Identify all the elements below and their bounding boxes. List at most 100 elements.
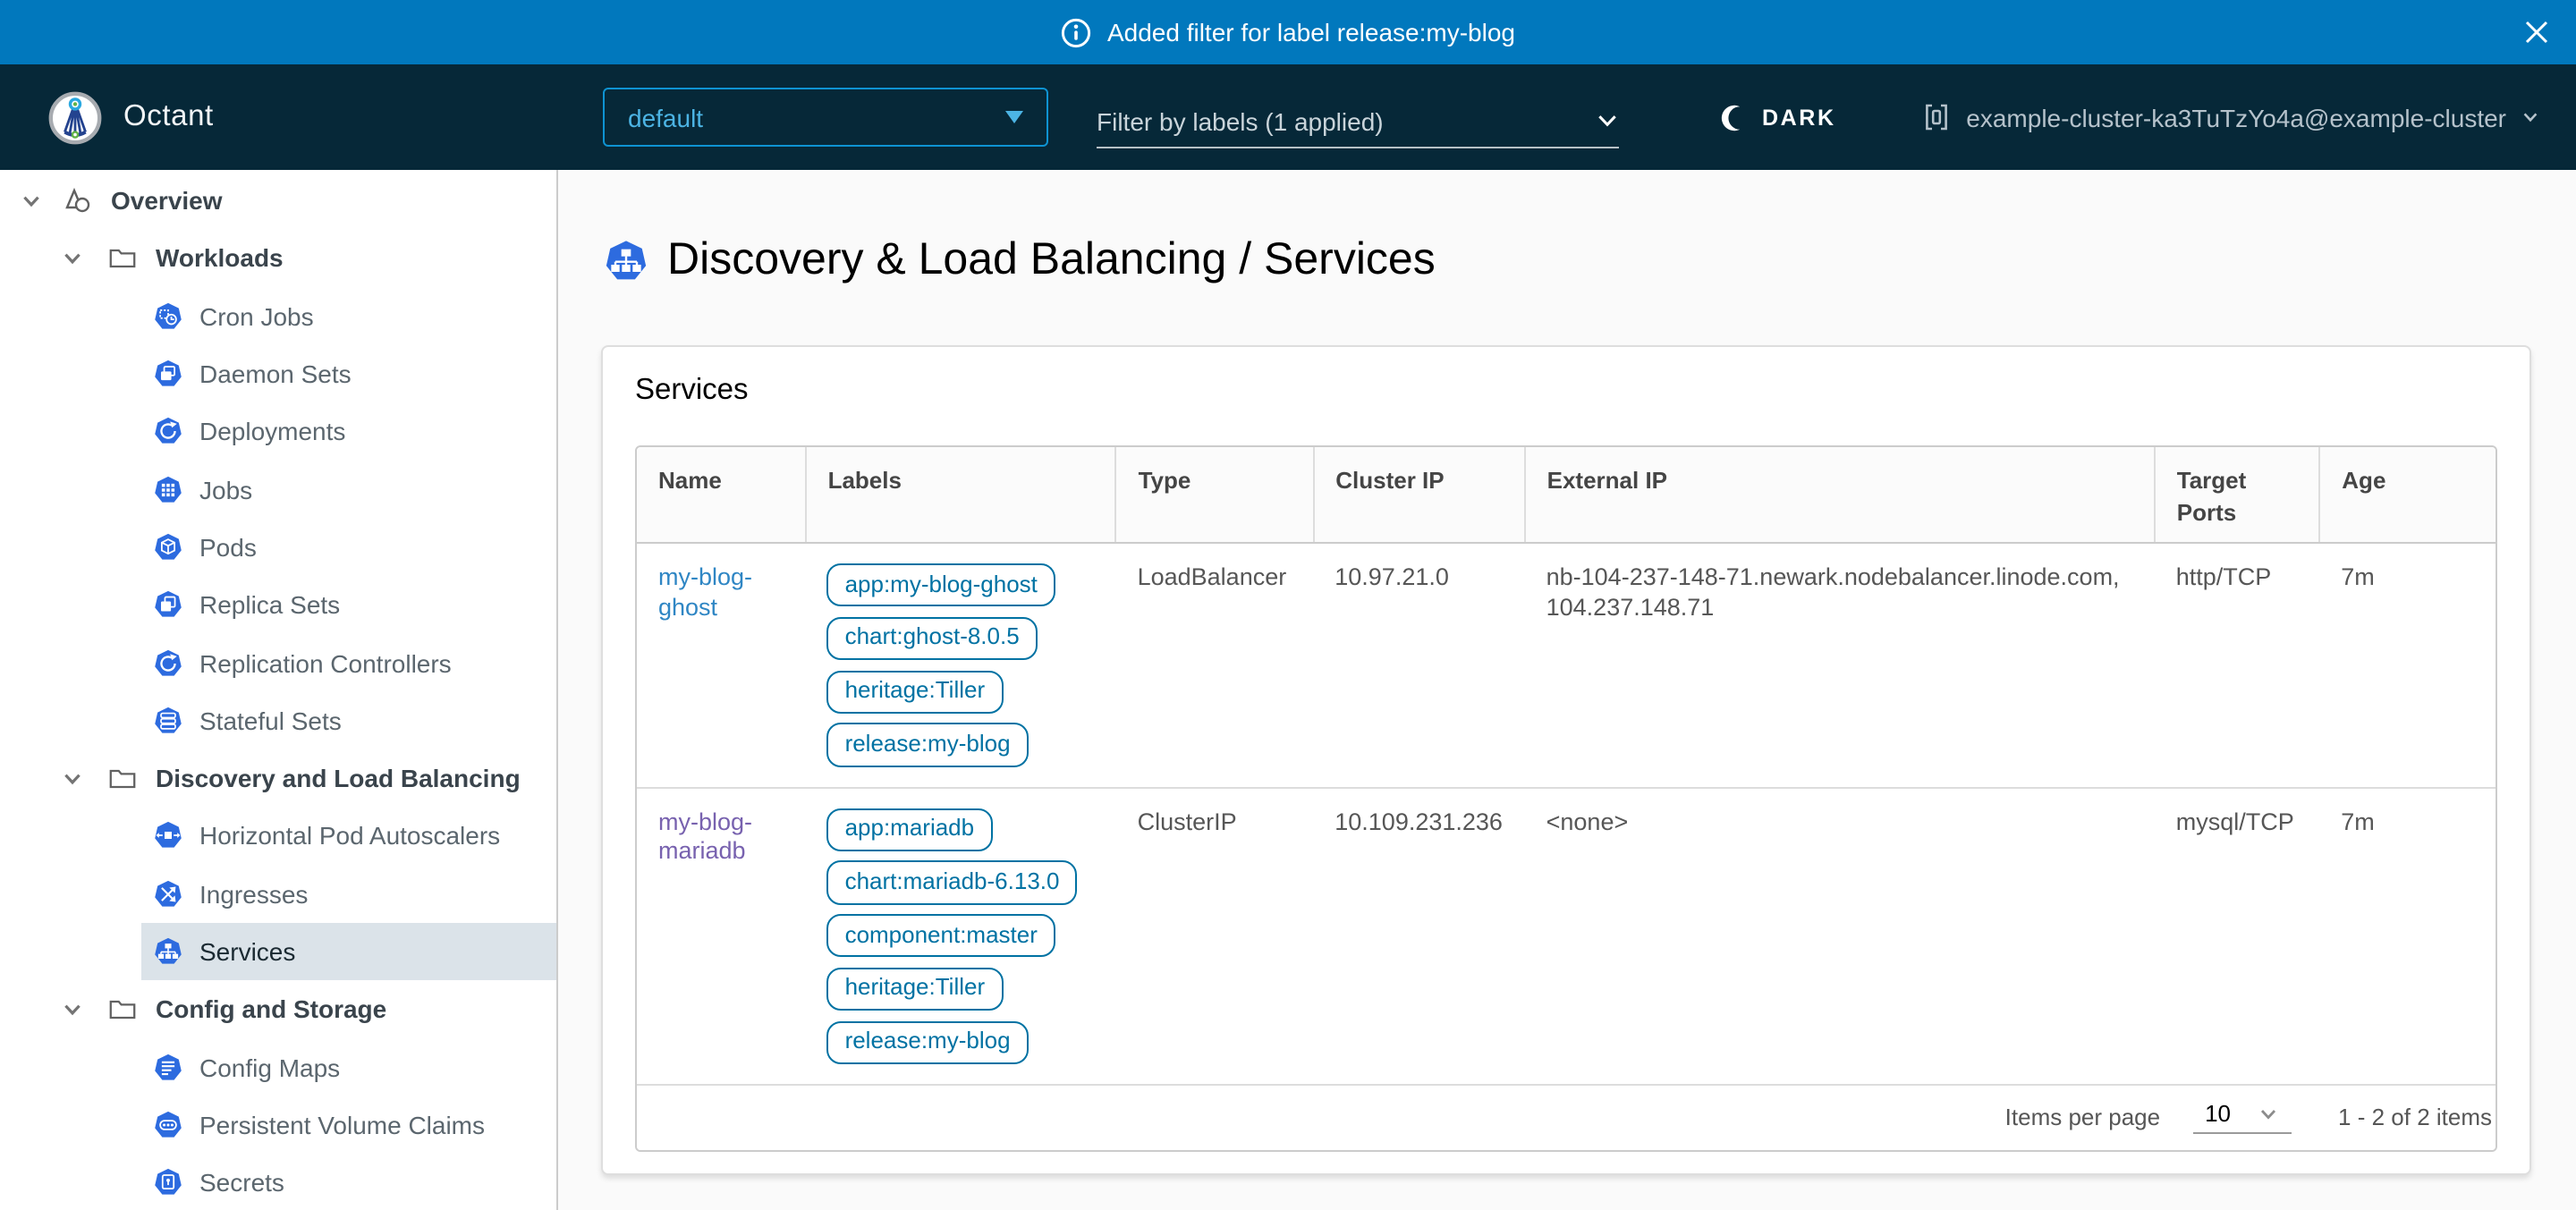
sidebar-group-config-and-storage[interactable]: Config and Storage: [0, 980, 556, 1038]
chevron-down-icon: [2521, 107, 2540, 127]
folder-icon: [107, 243, 138, 274]
chevron-down-icon: [2258, 1104, 2279, 1125]
sidebar-item-replication-controllers[interactable]: Replication Controllers: [140, 634, 556, 692]
label-badge[interactable]: app:mariadb: [827, 808, 993, 851]
sidebar-item-replica-sets[interactable]: Replica Sets: [140, 576, 556, 634]
config-maps-icon: [153, 1053, 182, 1081]
sidebar-item-persistent-volume-claims[interactable]: Persistent Volume Claims: [140, 1096, 556, 1155]
column-header-age: Age: [2319, 447, 2496, 543]
items-per-page-label: Items per page: [2005, 1104, 2160, 1131]
column-header-target-ports: Target Ports: [2155, 447, 2320, 543]
close-icon[interactable]: [2522, 18, 2551, 47]
label-badge[interactable]: release:my-blog: [827, 1020, 1029, 1064]
sidebar-group-workloads[interactable]: Workloads: [0, 230, 556, 288]
daemon-sets-icon: [153, 360, 182, 388]
type-cell: ClusterIP: [1116, 787, 1314, 1084]
pods-icon: [153, 533, 182, 562]
sidebar-item-overview[interactable]: Overview: [0, 172, 556, 230]
sidebar-item-config-maps[interactable]: Config Maps: [140, 1038, 556, 1096]
sidebar-item-jobs[interactable]: Jobs: [140, 461, 556, 519]
services-icon: [153, 937, 182, 966]
page-title: Discovery & Load Balancing / Services: [605, 234, 1436, 286]
label-badge[interactable]: heritage:Tiller: [827, 670, 1004, 714]
column-header-labels: Labels: [806, 447, 1116, 543]
cluster-name: example-cluster-ka3TuTzYo4a@example-clus…: [1966, 103, 2506, 131]
chevron-down-icon[interactable]: [61, 998, 84, 1021]
type-cell: LoadBalancer: [1116, 543, 1314, 787]
chevron-down-icon[interactable]: [61, 247, 84, 270]
services-table: Name Labels Type Cluster IP External IP …: [635, 445, 2497, 1152]
stateful-sets-icon: [153, 707, 182, 735]
cron-jobs-icon: [153, 301, 182, 330]
chevron-down-icon[interactable]: [61, 766, 84, 790]
sidebar-item-horizontal-pod-autoscalers[interactable]: Horizontal Pod Autoscalers: [140, 808, 556, 866]
folder-icon: [107, 763, 138, 793]
sidebar-item-stateful-sets[interactable]: Stateful Sets: [140, 691, 556, 749]
cluster-ip-cell: 10.97.21.0: [1313, 543, 1524, 787]
folder-icon: [107, 994, 138, 1025]
page-title-text: Discovery & Load Balancing / Services: [667, 234, 1436, 286]
column-header-name: Name: [637, 447, 806, 543]
sidebar-item-pods[interactable]: Pods: [140, 519, 556, 577]
label-badge[interactable]: release:my-blog: [827, 723, 1029, 767]
label-filter-text: Filter by labels (1 applied): [1097, 106, 1384, 135]
services-card: Services Name Labels Type Clust: [601, 345, 2531, 1175]
pagination-range-text: 1 - 2 of 2 items: [2338, 1104, 2492, 1131]
sidebar-nav: Overview Workloads Cron Jobs Daemon Sets…: [0, 170, 558, 1210]
hpa-icon: [153, 822, 182, 850]
theme-toggle-label: DARK: [1762, 105, 1836, 130]
table-row: my-blog-ghost app:my-blog-ghost chart:gh…: [637, 543, 2496, 787]
target-ports-cell: mysql/TCP: [2155, 787, 2320, 1084]
caret-down-icon: [1005, 111, 1023, 123]
sidebar-item-daemon-sets[interactable]: Daemon Sets: [140, 345, 556, 403]
age-cell: 7m: [2319, 787, 2496, 1084]
octant-logo: [48, 90, 102, 144]
column-header-cluster-ip: Cluster IP: [1313, 447, 1524, 543]
cluster-ip-cell: 10.109.231.236: [1313, 787, 1524, 1084]
age-cell: 7m: [2319, 543, 2496, 787]
theme-toggle[interactable]: DARK: [1719, 64, 1836, 170]
column-header-external-ip: External IP: [1525, 447, 2155, 543]
items-per-page-select[interactable]: 10: [2192, 1101, 2292, 1135]
label-filter-dropdown[interactable]: Filter by labels (1 applied): [1097, 95, 1619, 148]
overview-icon: [61, 184, 93, 216]
replica-sets-icon: [153, 590, 182, 619]
app-header: Octant default Filter by labels (1 appli…: [0, 64, 2576, 170]
external-ip-cell: <none>: [1525, 787, 2155, 1084]
table-pagination: Items per page 10 1 - 2 of 2 items: [637, 1084, 2496, 1150]
sidebar-item-services[interactable]: Services: [140, 923, 556, 981]
label-badge[interactable]: app:my-blog-ghost: [827, 563, 1055, 607]
target-ports-cell: http/TCP: [2155, 543, 2320, 787]
app-title: Octant: [123, 100, 214, 134]
pvc-icon: [153, 1111, 182, 1139]
cluster-selector[interactable]: example-cluster-ka3TuTzYo4a@example-clus…: [1921, 64, 2540, 170]
notification-text: Added filter for label release:my-blog: [1107, 18, 1515, 47]
deployments-icon: [153, 418, 182, 446]
service-link[interactable]: my-blog-ghost: [658, 563, 752, 621]
ingresses-icon: [153, 879, 182, 908]
label-badge[interactable]: heritage:Tiller: [827, 968, 1004, 1011]
label-badge[interactable]: component:master: [827, 914, 1055, 958]
sidebar-item-ingresses[interactable]: Ingresses: [140, 865, 556, 923]
sidebar-item-cron-jobs[interactable]: Cron Jobs: [140, 287, 556, 345]
chevron-down-icon[interactable]: [20, 189, 43, 212]
table-header-row: Name Labels Type Cluster IP External IP …: [637, 447, 2496, 543]
notification-bar: Added filter for label release:my-blog: [0, 0, 2576, 64]
service-link[interactable]: my-blog-mariadb: [658, 808, 752, 865]
services-icon: [605, 239, 648, 282]
label-badge[interactable]: chart:ghost-8.0.5: [827, 617, 1038, 661]
chevron-down-icon: [1596, 109, 1619, 132]
label-badge[interactable]: chart:mariadb-6.13.0: [827, 861, 1078, 905]
brand: Octant: [48, 64, 214, 170]
app-root: Added filter for label release:my-blog: [0, 0, 2576, 1210]
replication-controllers-icon: [153, 648, 182, 677]
sidebar-group-discovery-and-load-balancing[interactable]: Discovery and Load Balancing: [0, 749, 556, 808]
info-circle-icon: [1061, 17, 1091, 47]
namespace-value: default: [628, 103, 703, 131]
jobs-icon: [153, 475, 182, 503]
namespace-dropdown[interactable]: default: [603, 88, 1048, 147]
sidebar-item-deployments[interactable]: Deployments: [140, 402, 556, 461]
sidebar-item-secrets[interactable]: Secrets: [140, 1154, 556, 1210]
moon-icon: [1719, 103, 1748, 131]
secrets-icon: [153, 1168, 182, 1197]
